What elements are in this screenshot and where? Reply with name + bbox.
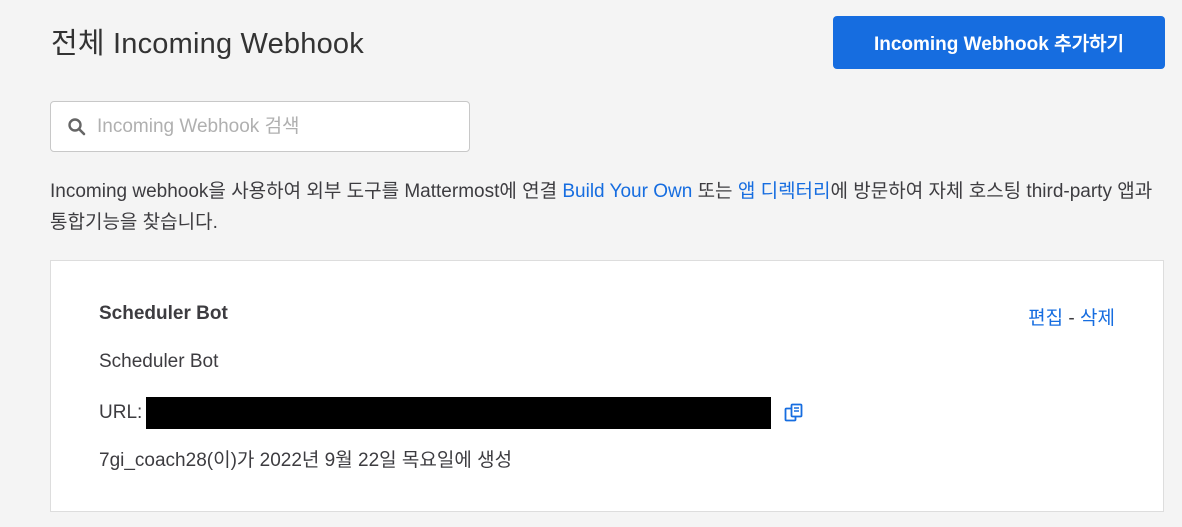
webhook-url-row: URL: — [99, 397, 805, 429]
webhook-created-info: 7gi_coach28(이)가 2022년 9월 22일 목요일에 생성 — [99, 450, 513, 471]
app-directory-link[interactable]: 앱 디렉터리 — [738, 181, 831, 202]
search-input[interactable] — [97, 115, 469, 138]
webhook-actions: 편집 - 삭제 — [1028, 303, 1115, 330]
action-separator: - — [1063, 308, 1081, 329]
description-text: Incoming webhook을 사용하여 외부 도구를 Mattermost… — [50, 176, 1160, 238]
webhook-name: Scheduler Bot — [99, 303, 228, 324]
description-part-1: Incoming webhook을 사용하여 외부 도구를 Mattermost… — [50, 181, 563, 202]
add-incoming-webhook-button[interactable]: Incoming Webhook 추가하기 — [833, 16, 1165, 69]
url-label: URL: — [99, 402, 143, 423]
page-title: 전체 Incoming Webhook — [51, 28, 364, 60]
webhook-card: Scheduler Bot 편집 - 삭제 Scheduler Bot URL:… — [50, 260, 1164, 512]
search-icon — [67, 116, 89, 138]
delete-link[interactable]: 삭제 — [1080, 308, 1115, 329]
search-box[interactable] — [50, 101, 470, 152]
edit-link[interactable]: 편집 — [1028, 308, 1063, 329]
webhook-description: Scheduler Bot — [99, 351, 219, 372]
copy-icon[interactable] — [783, 402, 805, 424]
build-your-own-link[interactable]: Build Your Own — [562, 181, 692, 202]
webhook-url-redacted — [146, 397, 772, 429]
description-part-2: 또는 — [692, 181, 738, 202]
